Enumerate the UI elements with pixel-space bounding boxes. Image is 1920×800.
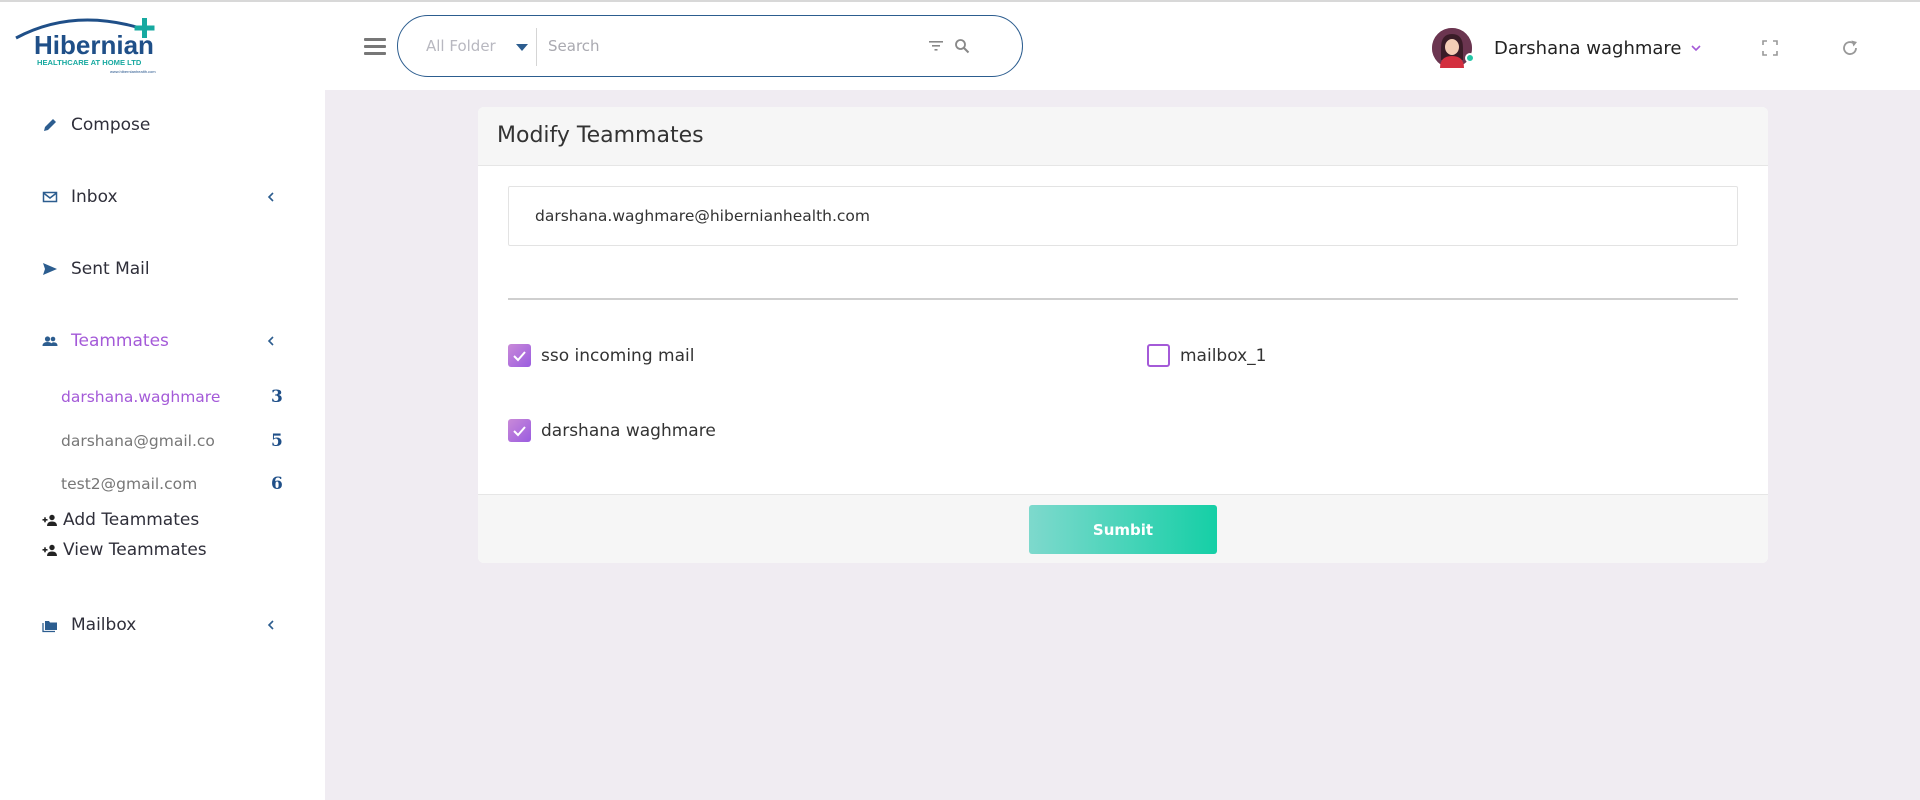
online-status-dot: [1465, 53, 1475, 63]
teammate-item-count: 5: [271, 431, 283, 451]
app-header: Hibernian HEALTHCARE AT HOME LTD www.hib…: [0, 2, 1920, 90]
teammate-item-label: test2@gmail.com: [61, 475, 198, 493]
folder-select-value: All Folder: [426, 37, 496, 55]
page-title: Modify Teammates: [497, 123, 704, 148]
svg-text:Hibernian: Hibernian: [34, 30, 154, 60]
add-teammates-label: Add Teammates: [63, 510, 200, 530]
checkbox-mailbox-1[interactable]: mailbox_1: [1147, 344, 1266, 367]
refresh-icon[interactable]: [1841, 39, 1859, 57]
teammate-item[interactable]: darshana@gmail.co 5: [61, 427, 291, 455]
chevron-left-icon: [267, 620, 274, 630]
hibernian-logo[interactable]: Hibernian HEALTHCARE AT HOME LTD www.hib…: [12, 14, 172, 78]
people-icon: [42, 336, 58, 346]
fullscreen-icon[interactable]: [1762, 40, 1778, 56]
folder-select[interactable]: All Folder: [398, 16, 536, 76]
add-teammates-link[interactable]: Add Teammates: [42, 507, 199, 533]
view-teammates-link[interactable]: View Teammates: [42, 537, 207, 563]
checkbox-checked[interactable]: [508, 419, 531, 442]
sidebar-item-mailbox[interactable]: Mailbox: [0, 605, 325, 645]
send-icon: [43, 263, 57, 275]
search-icon[interactable]: [954, 38, 970, 54]
chevron-down-icon: [1690, 45, 1701, 52]
checkbox-label: mailbox_1: [1180, 345, 1267, 366]
card-header: Modify Teammates: [478, 107, 1768, 166]
folders-icon: [42, 621, 57, 633]
teammate-item[interactable]: test2@gmail.com 6: [61, 470, 291, 498]
search-input[interactable]: [548, 30, 888, 62]
teammate-item-label: darshana.waghmare: [61, 388, 221, 406]
caret-down-icon: [516, 44, 528, 51]
checkbox-darshana-waghmare[interactable]: darshana waghmare: [508, 419, 716, 442]
sidebar-item-teammates[interactable]: Teammates: [0, 321, 325, 361]
modify-teammates-card: Modify Teammates darshana.waghmare@hiber…: [478, 107, 1768, 563]
email-field[interactable]: darshana.waghmare@hibernianhealth.com: [508, 186, 1738, 246]
checkbox-checked[interactable]: [508, 344, 531, 367]
checkbox-label: sso incoming mail: [541, 345, 695, 366]
checkmark-icon: [513, 425, 526, 436]
sidebar-item-compose[interactable]: Compose: [0, 105, 325, 145]
mail-icon: [42, 191, 58, 203]
sidebar-item-label: Compose: [71, 115, 151, 135]
sidebar-item-label: Teammates: [71, 331, 169, 351]
sidebar: Compose Inbox Sent Mail Teammates darsha…: [0, 90, 325, 800]
menu-toggle-icon[interactable]: [364, 38, 386, 56]
card-footer: Sumbit: [478, 494, 1768, 563]
checkbox-label: darshana waghmare: [541, 420, 716, 441]
teammate-item-count: 6: [271, 474, 283, 494]
sidebar-item-label: Mailbox: [71, 615, 137, 635]
teammate-item-count: 3: [271, 387, 283, 407]
user-name: Darshana waghmare: [1494, 37, 1682, 59]
submit-button[interactable]: Sumbit: [1029, 505, 1217, 554]
add-user-icon: [42, 544, 57, 556]
pencil-icon: [44, 119, 56, 131]
sidebar-item-sent[interactable]: Sent Mail: [0, 249, 325, 289]
sidebar-item-label: Sent Mail: [71, 259, 150, 279]
teammate-item[interactable]: darshana.waghmare 3: [61, 383, 291, 411]
sidebar-item-inbox[interactable]: Inbox: [0, 177, 325, 217]
svg-text:HEALTHCARE AT HOME LTD: HEALTHCARE AT HOME LTD: [37, 58, 142, 67]
avatar: [1432, 28, 1475, 68]
user-menu[interactable]: Darshana waghmare: [1432, 26, 1702, 70]
svg-text:www.hibernianhealth.com: www.hibernianhealth.com: [110, 69, 156, 74]
filter-icon[interactable]: [928, 39, 944, 53]
checkbox-sso-incoming-mail[interactable]: sso incoming mail: [508, 344, 694, 367]
email-value: darshana.waghmare@hibernianhealth.com: [535, 207, 871, 225]
teammate-item-label: darshana@gmail.co: [61, 432, 215, 450]
search-divider: [536, 28, 537, 66]
add-user-icon: [42, 514, 57, 526]
chevron-left-icon: [267, 336, 274, 346]
search-bar: All Folder: [397, 15, 1023, 77]
sidebar-item-label: Inbox: [71, 187, 118, 207]
checkmark-icon: [513, 350, 526, 361]
chevron-left-icon: [267, 192, 274, 202]
view-teammates-label: View Teammates: [63, 540, 207, 560]
checkbox-unchecked[interactable]: [1147, 344, 1170, 367]
divider: [508, 298, 1738, 300]
